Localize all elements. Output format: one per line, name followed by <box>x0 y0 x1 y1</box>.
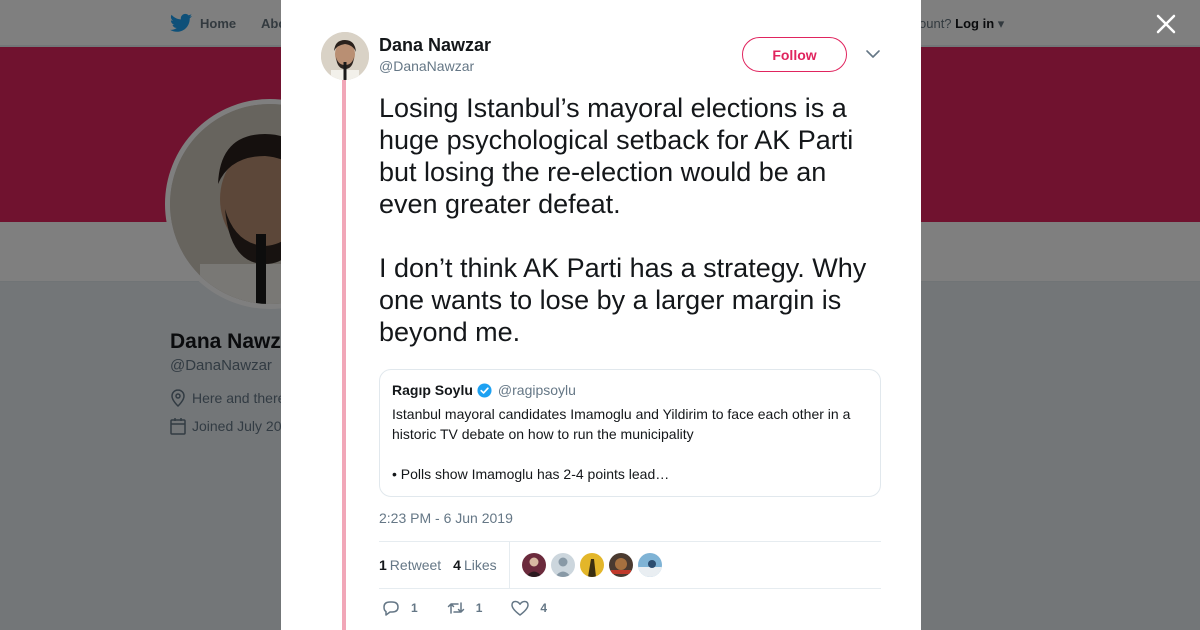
retweets-label: Retweet <box>389 557 442 573</box>
quoted-tweet[interactable]: Ragıp Soylu @ragipsoylu Istanbul mayoral… <box>379 369 881 497</box>
retweets-stat[interactable]: 1 Retweet <box>379 557 441 573</box>
quoted-tweet-body: Istanbul mayoral candidates Imamoglu and… <box>392 404 868 484</box>
tweet-paragraph: I don’t think AK Parti has a strategy. W… <box>379 253 867 347</box>
author-photo-icon <box>321 32 369 80</box>
stats-divider <box>508 541 510 589</box>
verified-badge-icon <box>477 382 492 398</box>
follow-button[interactable]: Follow <box>742 37 847 72</box>
tweet-modal: Dana Nawzar @DanaNawzar Follow Losing Is… <box>281 0 921 630</box>
thread-line <box>342 80 346 630</box>
like-button[interactable]: 4 <box>510 598 547 618</box>
tweet-text: Losing Istanbul’s mayoral elections is a… <box>379 92 889 348</box>
quoted-author-handle: @ragipsoylu <box>497 382 576 398</box>
quoted-tweet-header: Ragıp Soylu @ragipsoylu <box>392 382 868 398</box>
reply-count: 1 <box>411 601 418 615</box>
likers-avatars <box>521 553 662 577</box>
likes-count: 4 <box>453 557 461 573</box>
author-name[interactable]: Dana Nawzar <box>379 35 491 56</box>
close-modal-button[interactable] <box>1154 12 1178 36</box>
liker-avatar[interactable] <box>608 553 633 577</box>
chevron-down-icon <box>866 50 880 58</box>
tweet-timestamp[interactable]: 2:23 PM - 6 Jun 2019 <box>379 510 513 526</box>
liker-avatar[interactable] <box>521 553 546 577</box>
more-options-button[interactable] <box>865 46 881 62</box>
quoted-author-name: Ragıp Soylu <box>392 382 473 398</box>
author-handle[interactable]: @DanaNawzar <box>379 58 474 74</box>
quoted-text-line: Istanbul mayoral candidates Imamoglu and… <box>392 406 851 442</box>
retweet-button[interactable]: 1 <box>446 598 483 618</box>
like-count: 4 <box>540 601 548 615</box>
tweet-stats: 1 Retweet 4 Likes <box>379 541 881 589</box>
retweet-icon <box>447 602 464 614</box>
tweet-actions: 1 1 4 <box>381 598 575 618</box>
likes-stat[interactable]: 4 Likes <box>453 557 496 573</box>
heart-icon <box>511 600 530 616</box>
likes-label: Likes <box>463 557 497 573</box>
liker-avatar[interactable] <box>637 553 662 577</box>
tweet-paragraph: Losing Istanbul’s mayoral elections is a… <box>379 93 854 219</box>
reply-button[interactable]: 1 <box>381 598 418 618</box>
quoted-text-line: • Polls show Imamoglu has 2-4 points lea… <box>392 466 670 482</box>
reply-icon <box>383 601 399 616</box>
author-avatar[interactable] <box>321 32 369 80</box>
liker-avatar[interactable] <box>579 553 604 577</box>
retweet-count: 1 <box>475 601 483 615</box>
close-icon <box>1156 14 1176 34</box>
liker-avatar[interactable] <box>550 553 575 577</box>
retweets-count: 1 <box>379 557 387 573</box>
